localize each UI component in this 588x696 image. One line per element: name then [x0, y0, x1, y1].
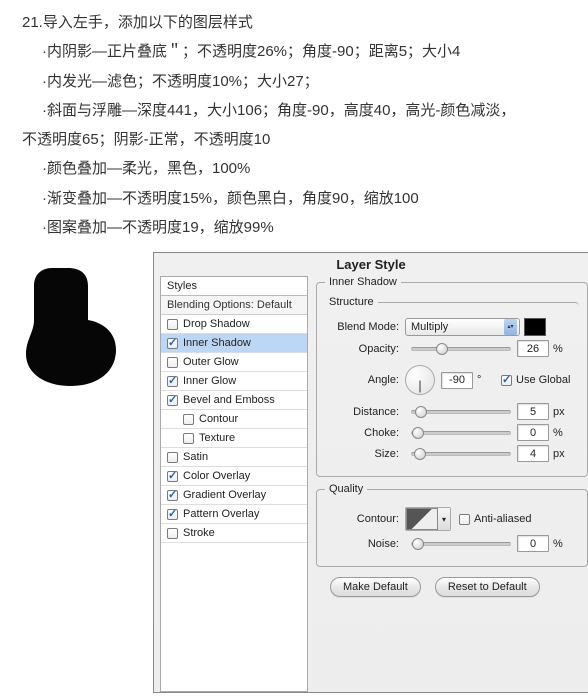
- opacity-input[interactable]: 26: [517, 340, 549, 357]
- contour-label: Contour:: [325, 513, 405, 525]
- size-slider[interactable]: [411, 452, 511, 456]
- chevron-down-icon: ▾: [438, 508, 450, 530]
- reset-default-button[interactable]: Reset to Default: [435, 577, 540, 597]
- distance-label: Distance:: [325, 406, 405, 418]
- text-line: ·颜色叠加―柔光，黑色，100%: [22, 154, 566, 183]
- style-item-color-overlay[interactable]: Color Overlay: [161, 467, 307, 486]
- style-item-label: Stroke: [183, 527, 215, 539]
- noise-label: Noise:: [325, 538, 405, 550]
- style-item-gradient-overlay[interactable]: Gradient Overlay: [161, 486, 307, 505]
- style-checkbox[interactable]: [183, 414, 194, 425]
- blend-mode-select[interactable]: Multiply ▴▾: [405, 318, 520, 336]
- blending-options-item[interactable]: Blending Options: Default: [161, 296, 307, 315]
- dropdown-arrows-icon: ▴▾: [504, 319, 517, 335]
- structure-legend: Structure: [325, 296, 378, 308]
- text-line: ·内发光―滤色；不透明度10%；大小27；: [22, 67, 566, 96]
- unit-label: °: [477, 374, 493, 386]
- style-item-label: Inner Glow: [183, 375, 236, 387]
- text-line: ·内阴影―正片叠底＂；不透明度26%；角度-90；距离5；大小4: [22, 37, 566, 66]
- blend-mode-label: Blend Mode:: [325, 321, 405, 333]
- unit-label: px: [553, 448, 569, 460]
- style-item-label: Gradient Overlay: [183, 489, 266, 501]
- unit-label: px: [553, 406, 569, 418]
- instructions-text: 21.导入左手，添加以下的图层样式 ·内阴影―正片叠底＂；不透明度26%；角度-…: [0, 0, 588, 252]
- style-item-label: Contour: [199, 413, 238, 425]
- size-label: Size:: [325, 448, 405, 460]
- noise-input[interactable]: 0: [517, 535, 549, 552]
- dialog-title: Layer Style: [154, 253, 588, 273]
- unit-label: %: [553, 343, 569, 355]
- style-item-label: Outer Glow: [183, 356, 239, 368]
- layer-style-dialog: Layer Style Styles Blending Options: Def…: [153, 252, 588, 693]
- unit-label: %: [553, 427, 569, 439]
- style-item-contour[interactable]: Contour: [161, 410, 307, 429]
- style-item-inner-glow[interactable]: Inner Glow: [161, 372, 307, 391]
- structure-group: Structure Blend Mode: Multiply ▴▾ Opacit…: [325, 296, 579, 466]
- text-line: 不透明度65；阴影-正常，不透明度10: [22, 125, 566, 154]
- anti-aliased-label: Anti-aliased: [474, 513, 531, 525]
- text-line: ·斜面与浮雕―深度441，大小106；角度-90，高度40，高光-颜色减淡，: [22, 96, 566, 125]
- left-hand-shape: [8, 252, 153, 693]
- anti-aliased-checkbox[interactable]: [459, 514, 470, 525]
- settings-panel: Inner Shadow Structure Blend Mode: Multi…: [308, 276, 588, 692]
- choke-slider[interactable]: [411, 431, 511, 435]
- style-checkbox[interactable]: [167, 338, 178, 349]
- quality-legend: Quality: [325, 483, 367, 495]
- unit-label: %: [553, 538, 569, 550]
- contour-picker[interactable]: ▾: [405, 507, 451, 531]
- angle-label: Angle:: [325, 374, 405, 386]
- noise-slider[interactable]: [411, 542, 511, 546]
- angle-input[interactable]: -90: [441, 372, 473, 389]
- make-default-button[interactable]: Make Default: [330, 577, 421, 597]
- style-checkbox[interactable]: [167, 319, 178, 330]
- style-item-label: Bevel and Emboss: [183, 394, 275, 406]
- inner-shadow-group: Inner Shadow Structure Blend Mode: Multi…: [316, 276, 588, 477]
- opacity-slider[interactable]: [411, 347, 511, 351]
- shadow-color-swatch[interactable]: [524, 318, 546, 336]
- use-global-label: Use Global: [516, 374, 570, 386]
- distance-slider[interactable]: [411, 410, 511, 414]
- angle-dial[interactable]: [405, 365, 435, 395]
- style-checkbox[interactable]: [167, 490, 178, 501]
- use-global-checkbox[interactable]: [501, 375, 512, 386]
- text-line: 21.导入左手，添加以下的图层样式: [22, 8, 566, 37]
- styles-panel: Styles Blending Options: Default Drop Sh…: [160, 276, 308, 692]
- style-item-label: Satin: [183, 451, 208, 463]
- style-item-stroke[interactable]: Stroke: [161, 524, 307, 543]
- style-checkbox[interactable]: [167, 376, 178, 387]
- choke-input[interactable]: 0: [517, 424, 549, 441]
- style-checkbox[interactable]: [183, 433, 194, 444]
- style-checkbox[interactable]: [167, 357, 178, 368]
- style-item-label: Inner Shadow: [183, 337, 251, 349]
- style-item-outer-glow[interactable]: Outer Glow: [161, 353, 307, 372]
- style-item-label: Texture: [199, 432, 235, 444]
- style-item-label: Drop Shadow: [183, 318, 250, 330]
- styles-header[interactable]: Styles: [161, 277, 307, 296]
- style-checkbox[interactable]: [167, 528, 178, 539]
- style-checkbox[interactable]: [167, 395, 178, 406]
- opacity-label: Opacity:: [325, 343, 405, 355]
- distance-input[interactable]: 5: [517, 403, 549, 420]
- text-line: ·渐变叠加―不透明度15%，颜色黑白，角度90，缩放100: [22, 184, 566, 213]
- text-line: ·图案叠加―不透明度19，缩放99%: [22, 213, 566, 242]
- style-item-pattern-overlay[interactable]: Pattern Overlay: [161, 505, 307, 524]
- size-input[interactable]: 4: [517, 445, 549, 462]
- style-item-satin[interactable]: Satin: [161, 448, 307, 467]
- style-item-label: Color Overlay: [183, 470, 250, 482]
- style-item-label: Pattern Overlay: [183, 508, 259, 520]
- style-checkbox[interactable]: [167, 471, 178, 482]
- style-item-texture[interactable]: Texture: [161, 429, 307, 448]
- style-checkbox[interactable]: [167, 509, 178, 520]
- style-checkbox[interactable]: [167, 452, 178, 463]
- style-item-drop-shadow[interactable]: Drop Shadow: [161, 315, 307, 334]
- style-item-inner-shadow[interactable]: Inner Shadow: [161, 334, 307, 353]
- style-item-bevel-and-emboss[interactable]: Bevel and Emboss: [161, 391, 307, 410]
- quality-group: Quality Contour: ▾ Anti-aliased N: [316, 483, 588, 567]
- choke-label: Choke:: [325, 427, 405, 439]
- group-legend: Inner Shadow: [325, 276, 401, 288]
